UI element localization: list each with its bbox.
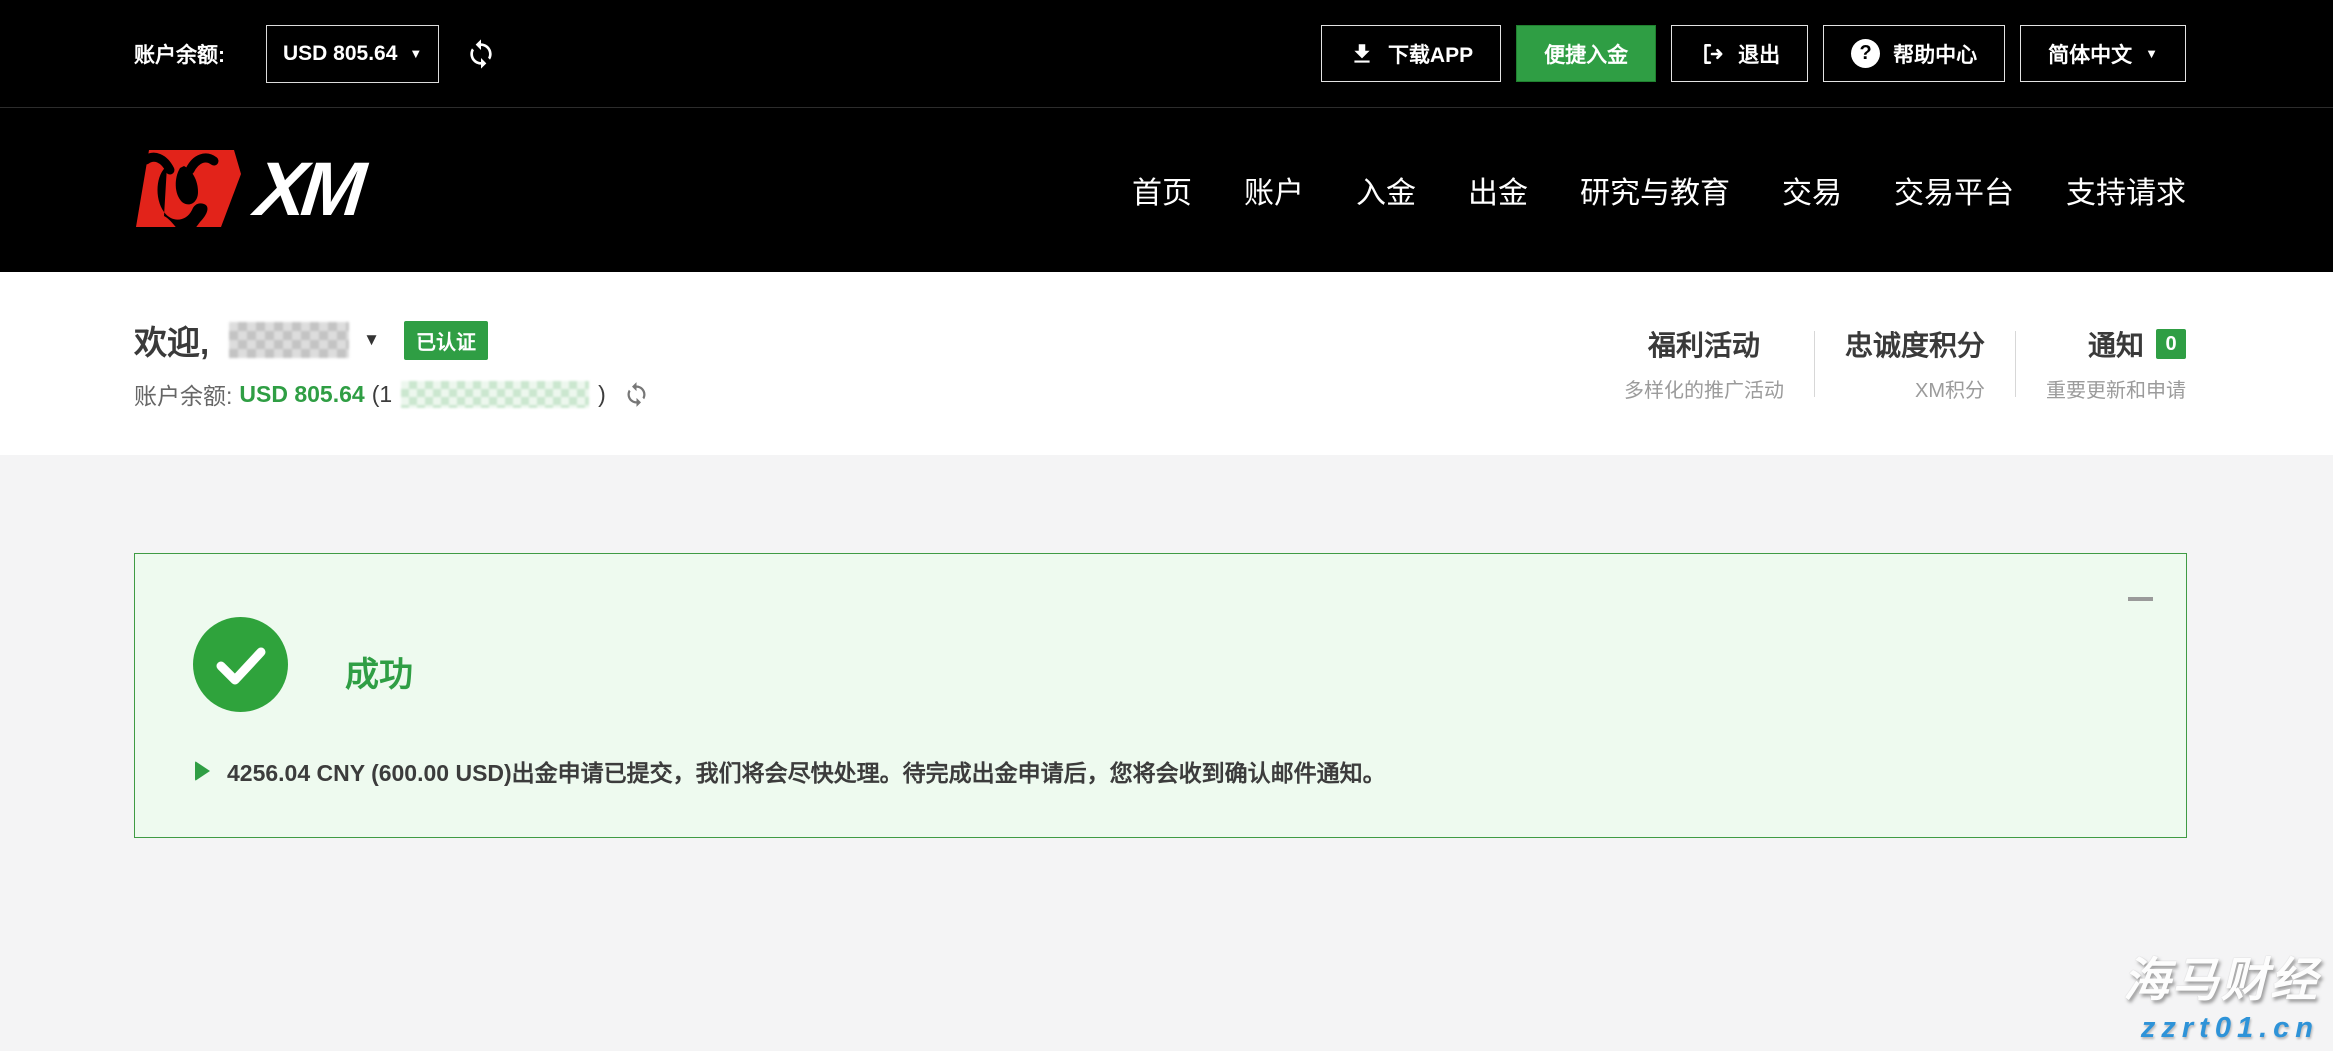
watermark-title: 海马财经 [2123,941,2319,1010]
divider [1814,331,1815,397]
nav-item-home[interactable]: 首页 [1132,168,1192,212]
widget-promotions[interactable]: 福利活动 多样化的推广活动 [1624,324,1784,403]
divider [2015,331,2016,397]
bull-badge-icon [134,148,246,232]
account-switch-caret-icon[interactable]: ▼ [363,330,380,350]
refresh-balance-button[interactable] [465,38,497,70]
refresh-account-button[interactable] [623,381,650,408]
account-balance-value: USD 805.64 [283,42,397,66]
account-balance-dropdown[interactable]: USD 805.64 ▼ [266,25,439,83]
watermark-url: zzrt01.cn [2123,1012,2319,1045]
chevron-down-icon: ▼ [409,47,422,60]
welcome-info: 欢迎, ▼ 已认证 账户余额: USD 805.64 (1 ) [134,316,650,411]
welcome-widgets: 福利活动 多样化的推广活动 忠诚度积分 XM积分 通知 0 重要更新和申请 [1624,324,2186,403]
account-balance-label: 账户余额: [134,39,225,69]
chevron-down-icon: ▼ [2145,47,2158,60]
topbar: 账户余额: USD 805.64 ▼ 下载APP 便捷入金 [0,0,2333,107]
greeting-text: 欢迎, [134,316,209,364]
nav-item-platforms[interactable]: 交易平台 [1894,168,2014,212]
account-number-close: ) [598,381,606,408]
nav-item-withdraw[interactable]: 出金 [1468,168,1528,212]
help-center-button[interactable]: ? 帮助中心 [1823,25,2005,82]
widget-loyalty[interactable]: 忠诚度积分 XM积分 [1845,324,1985,403]
language-dropdown[interactable]: 简体中文 ▼ [2020,25,2186,82]
nav-menu: 首页 账户 入金 出金 研究与教育 交易 交易平台 支持请求 [1132,168,2186,212]
main-navbar: XM 首页 账户 入金 出金 研究与教育 交易 交易平台 支持请求 [0,107,2333,272]
success-message: 4256.04 CNY (600.00 USD)出金申请已提交，我们将会尽快处理… [227,754,1386,788]
xm-logo[interactable]: XM [134,148,368,232]
widget-notifications[interactable]: 通知 0 重要更新和申请 [2046,324,2186,403]
success-check-icon [193,617,288,712]
welcome-strip: 欢迎, ▼ 已认证 账户余额: USD 805.64 (1 ) [0,272,2333,455]
account-number-blurred [401,381,589,408]
nav-item-deposit[interactable]: 入金 [1356,168,1416,212]
refresh-icon [623,381,650,408]
page: 账户余额: USD 805.64 ▼ 下载APP 便捷入金 [0,0,2333,1051]
balance-value: USD 805.64 [239,381,364,408]
download-app-button[interactable]: 下载APP [1321,25,1501,82]
nav-item-support[interactable]: 支持请求 [2066,168,2186,212]
balance-label: 账户余额: [134,377,232,411]
collapse-minus-icon[interactable] [2128,597,2153,601]
logout-icon [1699,41,1725,67]
topbar-actions: 下载APP 便捷入金 退出 ? 帮助中心 简体中文 ▼ [1321,25,2186,82]
notification-count-badge: 0 [2156,329,2186,359]
quick-deposit-button[interactable]: 便捷入金 [1516,25,1656,82]
verified-badge: 已认证 [404,321,488,360]
account-number-open: (1 [372,381,392,408]
download-icon [1349,41,1375,67]
brand-wordmark: XM [252,152,372,228]
logout-button[interactable]: 退出 [1671,25,1808,82]
watermark: 海马财经 zzrt01.cn [2123,941,2319,1045]
account-name-blurred [229,322,349,358]
success-title: 成功 [345,647,413,696]
refresh-icon [465,38,497,70]
success-panel: 成功 4256.04 CNY (600.00 USD)出金申请已提交，我们将会尽… [134,553,2187,838]
nav-item-trading[interactable]: 交易 [1782,168,1842,212]
nav-item-research[interactable]: 研究与教育 [1580,168,1730,212]
nav-item-account[interactable]: 账户 [1244,168,1304,212]
question-icon: ? [1851,39,1880,68]
success-message-row: 4256.04 CNY (600.00 USD)出金申请已提交，我们将会尽快处理… [195,754,1386,788]
triangle-bullet-icon [195,761,210,781]
